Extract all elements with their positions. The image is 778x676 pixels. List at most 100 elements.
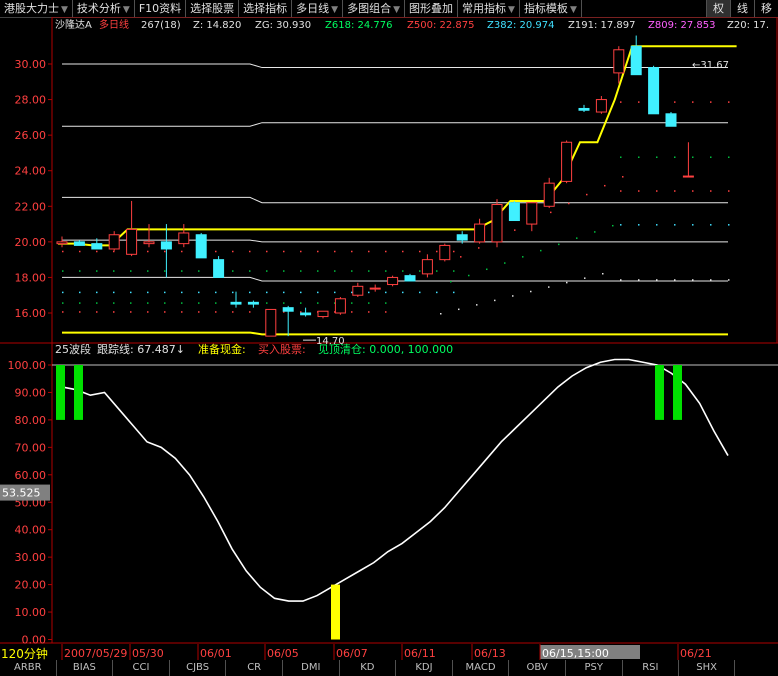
toolbar-button-8[interactable]: 常用指标 ▼ [458,0,520,17]
dot-marker [164,250,166,253]
osc-tick-label: 10.00 [15,606,47,619]
toolbar-button-7[interactable]: 图形叠加 [405,0,459,17]
candle-body [73,241,85,246]
candle-body [387,276,399,286]
dot-marker [436,270,438,272]
level-line-0 [62,63,728,69]
date-label: 2007/05/29 [64,647,127,660]
dot-marker [402,250,404,253]
indicator-tab-macd[interactable]: MACD [453,660,510,676]
toolbar-button-3[interactable]: 选择股票 [186,0,240,17]
toolbar-button-0[interactable]: 港股大力士 ▼ [0,0,73,17]
indicator-tab-arbr[interactable]: ARBR [0,660,57,676]
dot-marker [181,302,183,304]
date-cursor-label: 06/15,15:00 [542,647,609,660]
candle-body [108,234,120,250]
dot-marker [351,291,353,294]
chevron-down-icon: ▼ [61,5,68,15]
sub-header-item-3: 买入股票: [258,343,306,356]
header-value-5: Z191: 17.897 [568,20,635,31]
dot-marker [385,291,387,294]
dot-marker [181,311,183,313]
indicator-tab-cr[interactable]: CR [226,660,283,676]
dot-marker [453,250,455,253]
chart-area[interactable]: 沙隆达A 多日线 267(18) Z: 14.820 ZG: 30.930 Z618: 2… [0,17,778,660]
dot-marker [453,291,455,294]
indicator-tab-rsi[interactable]: RSI [623,660,680,676]
dot-marker [453,270,455,272]
dot-marker [522,256,524,258]
indicator-tab-shx[interactable]: SHX [679,660,736,676]
price-tick-label: 18.00 [15,271,47,284]
dot-marker [385,302,387,304]
price-tick-label: 24.00 [15,165,47,178]
toolbar-right-button-1[interactable]: 线 [730,0,754,17]
toolbar-button-5[interactable]: 多日线 ▼ [292,0,344,17]
dot-marker [440,313,442,315]
indicator-tab-kd[interactable]: KD [340,660,397,676]
dot-marker [96,302,98,304]
date-label: 06/11 [404,647,436,660]
toolbar-button-6[interactable]: 多图组合 ▼ [343,0,406,17]
candle-body [648,67,660,115]
date-label: 06/07 [336,647,368,660]
toolbar-button-2[interactable]: F10资料 [135,0,187,17]
toolbar-right-button-2[interactable]: 移 [754,0,778,17]
dot-marker [62,291,64,294]
indicator-tab-dmi[interactable]: DMI [283,660,340,676]
indicator-tab-kdj[interactable]: KDJ [396,660,453,676]
dot-marker [79,311,81,313]
candle-body [543,182,555,207]
candle-body [213,259,225,278]
toolbar-button-label: 港股大力士 [4,2,59,15]
dot-marker [419,291,421,294]
dot-marker [164,270,166,272]
toolbar-button-label: 图形叠加 [409,2,454,15]
dot-marker [113,270,115,272]
indicator-tab-cci[interactable]: CCI [113,660,170,676]
dot-marker [558,243,560,246]
toolbar-right-button-0[interactable]: 权 [706,0,730,17]
dot-marker [79,302,81,304]
sub-header-item-2: 准备现金: [198,342,246,356]
dot-marker [612,224,614,227]
toolbar-button-9[interactable]: 指标模板 ▼ [520,0,582,17]
header-value-3: Z500: 22.875 [407,20,474,31]
dot-marker [385,311,387,313]
dot-marker [728,101,730,103]
dot-marker [638,224,640,226]
indicator-tab-obv[interactable]: OBV [509,660,566,676]
dot-marker [130,311,132,313]
date-label: 06/13 [474,647,506,660]
dot-marker [283,270,285,272]
dot-marker [486,268,488,271]
dot-marker [96,270,98,272]
dot-marker [198,270,200,272]
candle-body [91,243,103,250]
dot-marker [710,190,712,192]
toolbar-button-1[interactable]: 技术分析 ▼ [73,0,135,17]
sell-signal-bar [74,365,83,420]
toolbar-button-label: 技术分析 [76,2,121,15]
dot-marker [692,224,694,226]
osc-tick-label: 30.00 [15,551,47,564]
dot-marker [540,249,542,252]
header-value-0: Z: 14.820 [193,20,241,31]
dot-marker [62,311,64,313]
indicator-tab-bias[interactable]: BIAS [57,660,114,676]
indicator-tab-cjbs[interactable]: CJBS [170,660,227,676]
dot-marker [584,277,586,279]
dot-marker [576,237,578,239]
dot-marker [620,156,622,158]
dot-marker [317,291,319,294]
dot-marker [164,302,166,304]
dot-marker [476,304,478,306]
date-label: 05/30 [132,647,164,660]
dot-marker [283,250,285,253]
dot-marker [728,190,730,192]
dot-marker [300,270,302,272]
toolbar-button-4[interactable]: 选择指标 [239,0,293,17]
indicator-tab-psy[interactable]: PSY [566,660,623,676]
dot-marker [79,270,81,272]
candle-body [630,45,642,76]
